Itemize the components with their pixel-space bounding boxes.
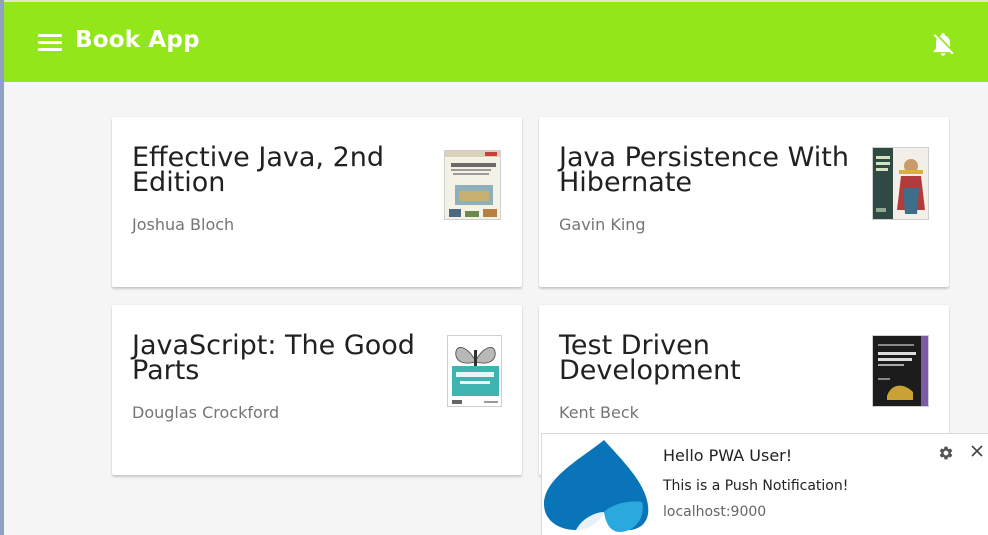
menu-button[interactable] [38, 34, 62, 52]
book-card[interactable]: JavaScript: The Good Parts Douglas Crock… [112, 305, 522, 475]
notification-close-button[interactable] [969, 443, 985, 459]
book-card[interactable]: Java Persistence With Hibernate Gavin Ki… [539, 117, 949, 287]
book-author: Douglas Crockford [132, 403, 280, 422]
notifications-off-icon [933, 32, 954, 56]
book-cover-image [447, 335, 502, 407]
book-author: Joshua Bloch [132, 215, 235, 234]
notification-settings-button[interactable] [938, 445, 954, 461]
push-notification[interactable]: Hello PWA User! This is a Push Notificat… [541, 433, 988, 535]
book-title: Test Driven Development [559, 330, 741, 386]
book-title: Effective Java, 2nd Edition [132, 142, 385, 198]
gear-icon [939, 446, 953, 460]
notification-body: This is a Push Notification! [663, 478, 849, 494]
notifications-button[interactable] [929, 30, 957, 58]
notification-origin: localhost:9000 [663, 504, 767, 520]
notification-title: Hello PWA User! [663, 446, 793, 465]
book-title: Java Persistence With Hibernate [559, 142, 849, 198]
close-icon [971, 445, 983, 457]
app-title: Book App [75, 27, 200, 53]
book-cover-image [872, 335, 929, 407]
app-bar: Book App [4, 2, 988, 82]
book-cover-image [872, 147, 929, 220]
book-author: Kent Beck [559, 403, 639, 422]
book-author: Gavin King [559, 215, 646, 234]
book-title: JavaScript: The Good Parts [132, 330, 415, 386]
menu-icon [38, 34, 62, 51]
book-card[interactable]: Effective Java, 2nd Edition Joshua Bloch [112, 117, 522, 287]
app-logo-icon [542, 438, 652, 534]
book-cover-image [444, 150, 501, 220]
